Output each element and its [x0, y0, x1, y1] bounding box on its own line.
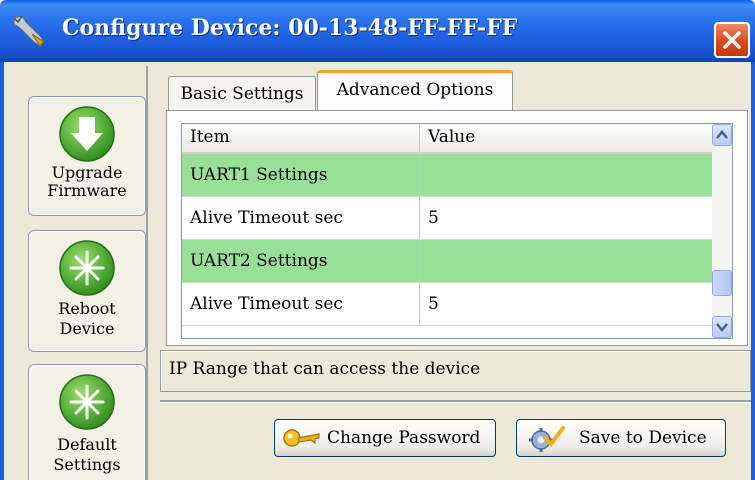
reboot-device-button[interactable]: Reboot Device	[28, 230, 146, 352]
column-header-item[interactable]: Item	[182, 124, 420, 152]
value-cell[interactable]: 5	[420, 197, 712, 239]
window-frame-right	[751, 62, 755, 480]
change-password-label: Change Password	[327, 428, 481, 448]
save-to-device-button[interactable]: Save to Device	[516, 419, 726, 457]
main-panel: Basic Settings Advanced Options Item Val…	[158, 66, 751, 480]
title-bar[interactable]: Configure Device: 00-13-48-FF-FF-FF	[0, 0, 755, 62]
starburst-icon	[59, 240, 115, 296]
upgrade-label-line2: Firmware	[47, 181, 127, 200]
tab-basic-settings[interactable]: Basic Settings	[168, 76, 316, 110]
reboot-label-line1: Reboot	[58, 299, 116, 318]
default-label-line1: Default	[57, 435, 117, 454]
chevron-down-icon	[716, 323, 728, 332]
table-row[interactable]: Alive Timeout sec 5	[182, 283, 712, 326]
upgrade-firmware-button[interactable]: Upgrade Firmware	[28, 96, 146, 216]
settings-grid: Item Value UART1 Settings Alive Timeout …	[181, 123, 733, 339]
close-button[interactable]	[714, 22, 750, 58]
scroll-down-button[interactable]	[712, 316, 732, 338]
scroll-thumb[interactable]	[712, 270, 732, 296]
window-frame-left	[0, 62, 4, 480]
starburst-icon	[59, 374, 115, 430]
upgrade-label-line1: Upgrade	[51, 163, 123, 182]
table-row[interactable]: Alive Timeout sec 5	[182, 197, 712, 240]
save-to-device-label: Save to Device	[579, 428, 707, 448]
value-cell[interactable]: 5	[420, 283, 712, 325]
value-cell[interactable]	[420, 240, 712, 282]
download-arrow-icon	[59, 106, 115, 162]
divider	[160, 400, 751, 403]
reboot-label-line2: Device	[59, 319, 115, 338]
tab-content: Item Value UART1 Settings Alive Timeout …	[166, 110, 748, 346]
grid-header: Item Value	[182, 124, 712, 154]
window-title: Configure Device: 00-13-48-FF-FF-FF	[62, 15, 518, 41]
item-cell: UART1 Settings	[182, 154, 420, 196]
close-icon	[723, 31, 741, 49]
tab-advanced-options[interactable]: Advanced Options	[317, 70, 513, 111]
default-label-line2: Settings	[53, 455, 121, 474]
column-header-value[interactable]: Value	[420, 124, 712, 152]
wrench-icon	[13, 15, 45, 47]
save-device-icon	[529, 426, 565, 452]
sidebar: Upgrade Firmware Reboot Device Default S…	[6, 66, 148, 480]
table-row[interactable]: UART2 Settings	[182, 240, 712, 283]
value-cell[interactable]	[420, 154, 712, 196]
table-row[interactable]: UART1 Settings	[182, 154, 712, 197]
configure-device-window: Configure Device: 00-13-48-FF-FF-FF Upgr…	[0, 0, 755, 480]
item-cell: UART2 Settings	[182, 240, 420, 282]
default-settings-button[interactable]: Default Settings	[28, 364, 146, 480]
scroll-up-button[interactable]	[712, 124, 732, 146]
change-password-button[interactable]: Change Password	[274, 419, 496, 457]
description-box: IP Range that can access the device	[160, 350, 751, 392]
item-cell: Alive Timeout sec	[182, 197, 420, 239]
vertical-scrollbar[interactable]	[712, 124, 732, 338]
item-cell: Alive Timeout sec	[182, 283, 420, 325]
chevron-up-icon	[716, 130, 728, 139]
description-text: IP Range that can access the device	[169, 359, 481, 379]
key-icon	[283, 429, 320, 447]
